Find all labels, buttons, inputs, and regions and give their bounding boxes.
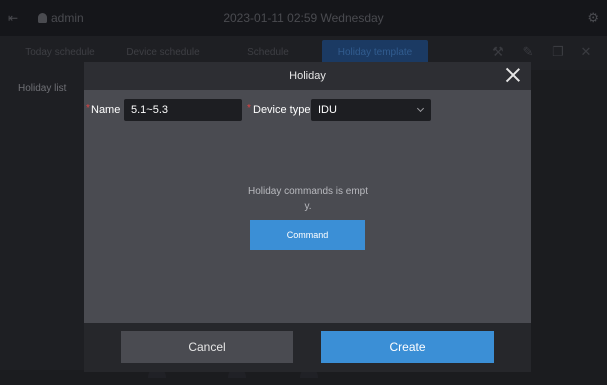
device-type-select[interactable]: IDU: [311, 99, 431, 121]
empty-message-line: y.: [304, 201, 312, 212]
delete-icon[interactable]: ✕: [578, 44, 594, 60]
top-bar: ⇤ admin 2023-01-11 02:59 Wednesday ⚙: [0, 0, 607, 36]
name-label: Name: [91, 104, 121, 116]
dialog-header: Holiday: [84, 62, 531, 90]
gear-icon[interactable]: ⚙: [587, 10, 599, 26]
dialog-footer: Cancel Create: [84, 323, 531, 372]
close-icon[interactable]: [505, 67, 521, 83]
holiday-list-title: Holiday list: [18, 83, 67, 94]
device-type-value: IDU: [318, 104, 337, 116]
wrench-icon[interactable]: ⚒: [490, 44, 506, 60]
cancel-button[interactable]: Cancel: [121, 331, 293, 363]
create-button[interactable]: Create: [321, 331, 494, 363]
datetime: 2023-01-11 02:59 Wednesday: [223, 11, 384, 25]
edit-icon[interactable]: ✎: [520, 44, 536, 60]
name-input[interactable]: 5.1~5.3: [124, 99, 242, 121]
holiday-list-pane: Holiday list: [0, 70, 84, 370]
chevron-down-icon: [416, 104, 425, 113]
required-marker: *: [86, 103, 90, 114]
empty-commands-message: Holiday commands is empt y.: [242, 184, 374, 214]
empty-message-line: Holiday commands is empt: [247, 186, 369, 197]
dialog-title: Holiday: [289, 70, 326, 82]
holiday-dialog: Holiday * Name 5.1~5.3 * Device type IDU…: [84, 62, 531, 372]
command-button[interactable]: Command: [250, 220, 365, 250]
copy-icon[interactable]: ❐: [550, 44, 566, 60]
required-marker: *: [247, 103, 251, 114]
device-type-label: Device type: [253, 104, 311, 116]
